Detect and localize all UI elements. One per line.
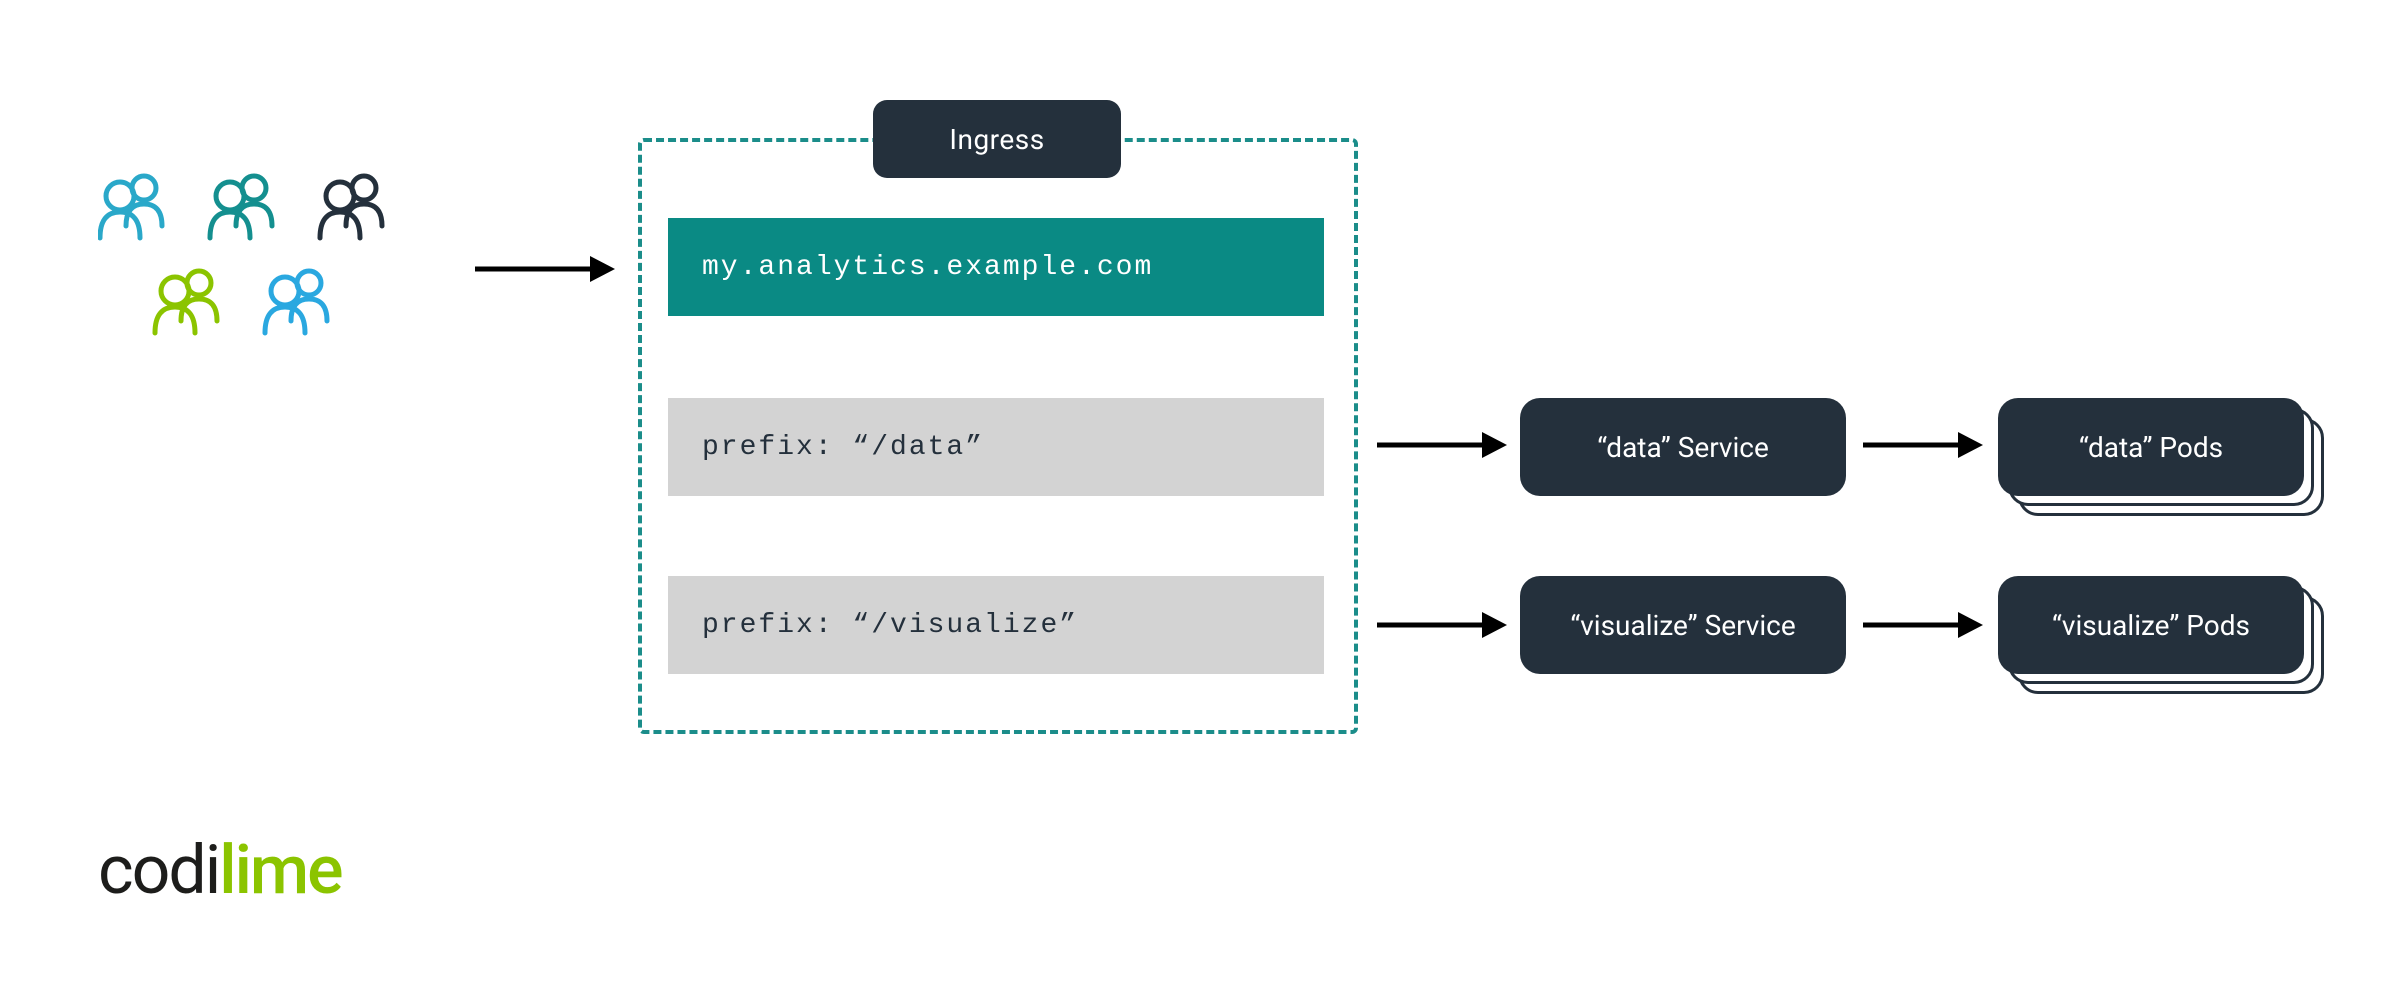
- logo-part-lime: lime: [219, 830, 341, 910]
- pods-visualize: “visualize” Pods: [1998, 576, 2304, 674]
- service-data: “data” Service: [1520, 398, 1846, 496]
- ingress-host-bar: my.analytics.example.com: [668, 218, 1324, 316]
- users-group: [98, 170, 478, 370]
- ingress-rule-visualize-text: prefix: “/visualize”: [702, 610, 1078, 641]
- ingress-rule-visualize: prefix: “/visualize”: [668, 576, 1324, 674]
- service-data-label: “data” Service: [1597, 431, 1769, 464]
- ingress-label: Ingress: [873, 100, 1121, 178]
- pods-data-label: “data” Pods: [2079, 431, 2223, 464]
- ingress-label-text: Ingress: [949, 123, 1044, 156]
- service-visualize: “visualize” Service: [1520, 576, 1846, 674]
- ingress-rule-data-text: prefix: “/data”: [702, 432, 984, 463]
- ingress-host-text: my.analytics.example.com: [702, 252, 1153, 283]
- pods-data-stack: “data” Pods: [1998, 398, 2338, 518]
- pods-visualize-label: “visualize” Pods: [2052, 609, 2250, 642]
- arrow-service-to-pods-data: [1858, 420, 1988, 470]
- pods-data: “data” Pods: [1998, 398, 2304, 496]
- users-icon-cluster: [98, 170, 478, 370]
- brand-logo: codilime: [98, 830, 342, 910]
- ingress-rule-data: prefix: “/data”: [668, 398, 1324, 496]
- diagram-canvas: Ingress my.analytics.example.com prefix:…: [0, 0, 2400, 982]
- logo-part-codi: codi: [98, 830, 219, 910]
- arrow-rule-to-service-visualize: [1372, 600, 1512, 650]
- arrow-rule-to-service-data: [1372, 420, 1512, 470]
- service-visualize-label: “visualize” Service: [1570, 609, 1795, 642]
- arrow-service-to-pods-visualize: [1858, 600, 1988, 650]
- arrow-users-to-ingress: [470, 244, 620, 294]
- pods-visualize-stack: “visualize” Pods: [1998, 576, 2338, 696]
